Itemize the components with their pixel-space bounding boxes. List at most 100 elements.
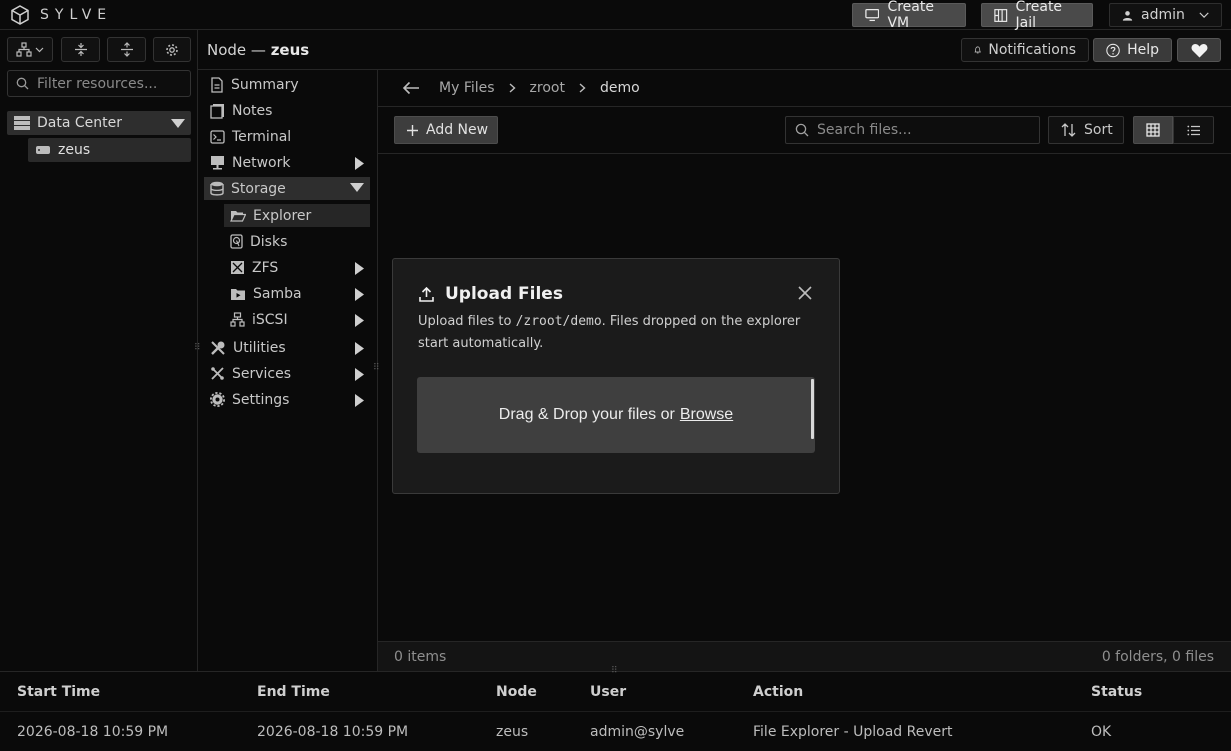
column-header[interactable]: Status [1091,684,1142,700]
caret-down-icon [350,183,364,192]
nav-item-label: ZFS [252,259,279,276]
caret-right-icon [355,288,364,301]
services-icon [211,367,224,380]
page-title-prefix: Node — [207,41,266,59]
item-count: 0 items [394,649,447,665]
nav-item-summary[interactable]: Summary [210,73,370,96]
file-icon [211,76,223,93]
filter-resources-input[interactable] [37,75,187,92]
resource-panel: Data Center zeus [0,30,198,671]
nav-item-notes[interactable]: Notes [210,99,370,122]
nav-item-utilities[interactable]: Utilities [210,336,370,359]
nav-item-label: Samba [253,285,302,302]
chevron-down-icon [35,47,44,52]
folder-file-summary: 0 folders, 0 files [1101,649,1214,665]
caret-right-icon [355,342,364,355]
filter-resources-field[interactable] [7,70,191,97]
help-button[interactable]: Help [1093,38,1172,62]
server-rack-icon [14,116,30,130]
nav-item-services[interactable]: Services [210,362,370,385]
panel-resize-handle[interactable]: ⠿ [194,343,201,353]
collapse-all-button[interactable] [107,37,146,62]
table-cell: 2026-08-18 10:59 PM [17,724,169,740]
log-resize-handle[interactable]: ⠿ [611,666,618,676]
nav-item-label: Notes [232,102,273,119]
search-files-input[interactable] [817,122,1032,138]
resource-settings-button[interactable] [153,37,191,62]
expand-all-button[interactable] [61,37,100,62]
table-cell: admin@sylve [590,724,685,740]
search-files-field[interactable] [785,116,1040,144]
nav-item-settings[interactable]: Settings [210,388,370,411]
browse-link[interactable]: Browse [680,406,733,424]
nav-item-samba[interactable]: Samba [230,282,370,305]
nav-item-network[interactable]: Network [210,151,370,174]
nav-item-storage[interactable]: Storage [204,177,370,200]
disk-icon [230,234,243,249]
nav-item-label: Disks [250,233,288,250]
breadcrumb-item-current[interactable]: demo [600,80,640,96]
column-header[interactable]: End Time [257,684,330,700]
table-cell: OK [1091,724,1112,740]
chevron-down-icon [1199,12,1209,18]
breadcrumb: My Files zroot demo [378,70,1231,107]
question-circle-icon [1106,43,1120,57]
explorer-toolbar: Add New Sort [378,107,1231,154]
terminal-icon [210,129,225,144]
nav-item-label: Summary [231,76,299,93]
gear-icon [166,43,178,56]
samba-icon [231,288,245,300]
close-icon[interactable] [797,285,813,301]
tree-item-zeus[interactable]: zeus [28,138,191,162]
page-title-node: zeus [270,41,310,59]
caret-right-icon [355,157,364,170]
create-vm-button[interactable]: Create VM [852,0,966,31]
caret-right-icon [355,262,364,275]
caret-right-icon [355,314,364,327]
add-new-button[interactable]: Add New [394,116,498,144]
create-jail-button[interactable]: Create Jail [981,0,1093,31]
sort-button[interactable]: Sort [1048,116,1124,144]
sort-label: Sort [1084,122,1113,138]
database-icon [210,181,224,196]
nav-item-explorer[interactable]: Explorer [224,204,370,227]
user-name: admin [1140,7,1185,23]
user-menu-button[interactable]: admin [1109,3,1222,27]
table-divider [0,711,1231,712]
notes-icon [210,103,224,119]
nav-item-iscsi[interactable]: iSCSI [230,308,370,331]
nav-item-disks[interactable]: Disks [230,230,370,253]
column-header[interactable]: Action [753,684,803,700]
sort-arrows-icon [1061,123,1076,137]
nav-item-zfs[interactable]: ZFS [230,256,370,279]
nav-item-label: Settings [232,391,290,408]
list-icon [1186,125,1200,135]
favorite-button[interactable] [1177,38,1221,62]
column-header[interactable]: Node [496,684,537,700]
tree-item-datacenter[interactable]: Data Center [7,111,191,135]
breadcrumb-item[interactable]: zroot [530,80,565,96]
panel-resize-handle[interactable]: ⠿ [373,363,380,373]
column-header[interactable]: Start Time [17,684,100,700]
task-log-table: ⠿ Start Time End Time Node User Action S… [0,666,1231,751]
nav-item-label: Utilities [233,339,286,356]
top-bar: SYLVE Create VM Create Jail admin [0,0,1231,31]
list-view-button[interactable] [1173,116,1214,144]
add-new-label: Add New [426,122,489,138]
column-header[interactable]: User [590,684,626,700]
tree-view-dropdown[interactable] [7,37,53,62]
breadcrumb-item[interactable]: My Files [439,80,495,96]
create-jail-label: Create Jail [1015,0,1063,31]
tree-item-datacenter-label: Data Center [37,115,122,131]
create-vm-label: Create VM [887,0,934,31]
dropzone-label: Drag & Drop your files or [498,406,675,423]
file-dropzone[interactable]: Drag & Drop your files or Browse [417,377,815,453]
nav-item-label: Terminal [232,128,292,145]
nav-item-label: iSCSI [252,311,288,328]
grid-view-button[interactable] [1133,116,1173,144]
tree-item-zeus-label: zeus [58,142,91,158]
nav-item-terminal[interactable]: Terminal [210,125,370,148]
chevron-right-icon [509,83,516,93]
back-arrow-icon[interactable] [402,81,420,95]
notifications-button[interactable]: Notifications [961,38,1089,62]
